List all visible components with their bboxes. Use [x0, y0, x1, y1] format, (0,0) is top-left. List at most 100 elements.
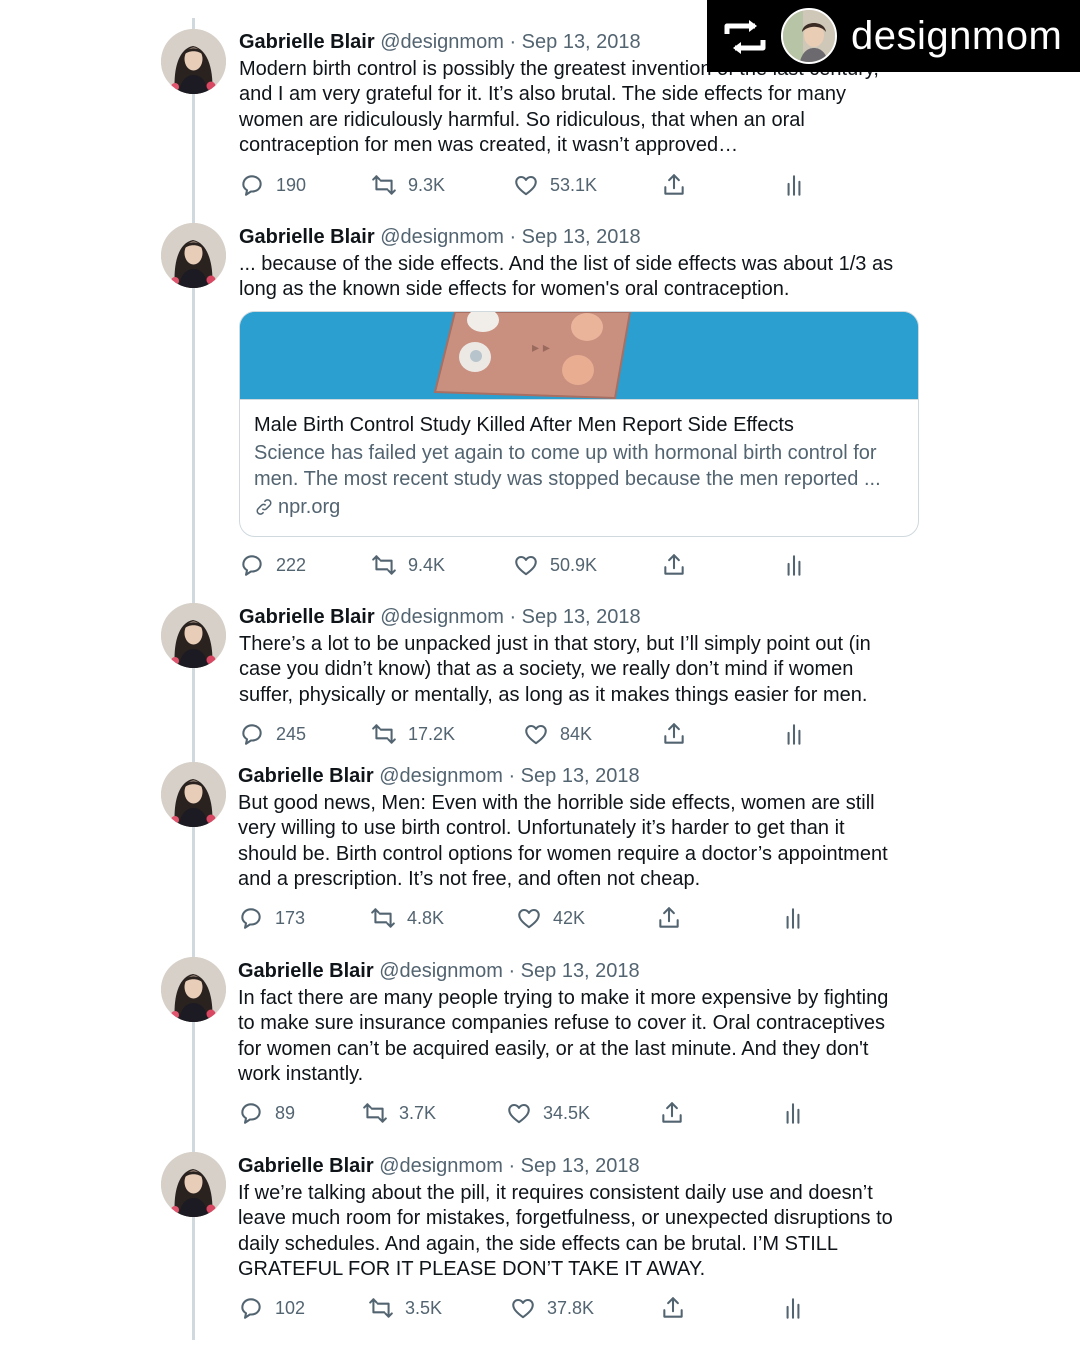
separator-dot: ·	[509, 31, 517, 53]
thread-connector-line	[192, 18, 195, 1340]
author-handle[interactable]: @designmom	[379, 765, 503, 787]
retweet-count: 17.2K	[408, 723, 456, 744]
retweet-count: 9.4K	[408, 554, 446, 575]
reply-button[interactable]: 102	[238, 1293, 305, 1323]
tweet-date[interactable]: Sep 13, 2018	[522, 226, 641, 248]
author-name[interactable]: Gabrielle Blair	[238, 1155, 374, 1177]
card-description: Science has failed yet again to come up …	[254, 440, 904, 492]
share-button[interactable]	[661, 719, 687, 749]
card-image: ▸ ▸	[240, 312, 918, 400]
reply-icon	[239, 721, 265, 747]
analytics-button[interactable]	[781, 719, 807, 749]
analytics-button[interactable]	[781, 170, 807, 200]
like-button[interactable]: 50.9K	[513, 550, 597, 580]
avatar[interactable]	[161, 1152, 226, 1217]
retweet-button[interactable]: 9.4K	[371, 550, 445, 580]
author-name[interactable]: Gabrielle Blair	[238, 960, 374, 982]
tweet-text: If we’re talking about the pill, it requ…	[238, 1181, 920, 1283]
avatar[interactable]	[161, 957, 226, 1022]
retweet-count: 3.7K	[399, 1102, 437, 1123]
reply-count: 173	[275, 907, 306, 928]
author-name[interactable]: Gabrielle Blair	[238, 765, 374, 787]
bar-chart-icon	[780, 905, 806, 931]
reply-button[interactable]: 190	[239, 170, 306, 200]
author-handle[interactable]: @designmom	[380, 606, 504, 628]
repost-username[interactable]: designmom	[851, 12, 1062, 60]
like-button[interactable]: 34.5K	[506, 1098, 590, 1128]
bar-chart-icon	[780, 1100, 806, 1126]
link-icon	[256, 499, 272, 515]
share-icon	[660, 1295, 686, 1321]
tweet-text-line: ... because of the side effects. And the…	[239, 253, 894, 275]
avatar[interactable]	[161, 223, 226, 288]
tweet-text-line: In fact there are many people trying to …	[238, 987, 889, 1009]
tweet-date[interactable]: Sep 13, 2018	[522, 31, 641, 53]
analytics-button[interactable]	[780, 1098, 806, 1128]
share-button[interactable]	[656, 903, 682, 933]
retweet-icon	[371, 721, 397, 747]
author-name[interactable]: Gabrielle Blair	[239, 226, 375, 248]
card-description-line: men. The most recent study was stopped b…	[254, 468, 881, 490]
reply-button[interactable]: 245	[239, 719, 306, 749]
tweet-date[interactable]: Sep 13, 2018	[521, 765, 640, 787]
separator-dot: ·	[509, 606, 517, 628]
tweet-text-line: But good news, Men: Even with the horrib…	[238, 792, 875, 814]
tweet-header: Gabrielle Blair @designmom · Sep 13, 201…	[238, 1154, 920, 1178]
share-button[interactable]	[659, 1098, 685, 1128]
card-title[interactable]: Male Birth Control Study Killed After Me…	[254, 412, 904, 438]
tweet-date[interactable]: Sep 13, 2018	[521, 1155, 640, 1177]
tweet-text-line: long as the known side effects for women…	[239, 278, 790, 301]
tweet-actions: 89 3.7K 34.5K	[238, 1098, 858, 1128]
like-button[interactable]: 42K	[516, 903, 585, 933]
reply-button[interactable]: 173	[238, 903, 305, 933]
retweet-button[interactable]: 9.3K	[371, 170, 445, 200]
tweet-text-line: If we’re talking about the pill, it requ…	[238, 1182, 873, 1204]
like-button[interactable]: 84K	[523, 719, 592, 749]
author-name[interactable]: Gabrielle Blair	[239, 606, 375, 628]
like-count: 84K	[560, 723, 593, 744]
analytics-button[interactable]	[781, 550, 807, 580]
tweet-text: But good news, Men: Even with the horrib…	[238, 791, 920, 893]
link-preview-card[interactable]: ▸ ▸ Male Birth Control Study Killed Afte…	[239, 311, 919, 537]
tweet-text-line: contraception for men was created, it wa…	[239, 134, 739, 157]
tweet-date[interactable]: Sep 13, 2018	[522, 606, 641, 628]
analytics-button[interactable]	[780, 903, 806, 933]
avatar[interactable]	[161, 29, 226, 94]
tweet-text-line: should be. Birth control options for wom…	[238, 842, 888, 865]
tweet-actions: 190 9.3K 53.1K	[239, 170, 859, 200]
reply-count: 102	[275, 1297, 306, 1318]
card-description-line: Science has failed yet again to come up …	[254, 442, 877, 464]
tweet-date[interactable]: Sep 13, 2018	[521, 960, 640, 982]
repost-avatar[interactable]	[781, 8, 837, 64]
avatar[interactable]	[161, 603, 226, 668]
separator-dot: ·	[508, 1155, 516, 1177]
heart-icon	[516, 905, 542, 931]
share-button[interactable]	[661, 550, 687, 580]
reply-button[interactable]: 222	[239, 550, 306, 580]
retweet-button[interactable]: 17.2K	[371, 719, 455, 749]
reply-count: 222	[276, 554, 307, 575]
analytics-button[interactable]	[780, 1293, 806, 1323]
share-icon	[661, 552, 687, 578]
reply-button[interactable]: 89	[238, 1098, 295, 1128]
author-handle[interactable]: @designmom	[380, 226, 504, 248]
author-handle[interactable]: @designmom	[379, 1155, 503, 1177]
retweet-button[interactable]: 3.7K	[362, 1098, 436, 1128]
tweet-text-line: There’s a lot to be unpacked just in tha…	[239, 633, 871, 655]
like-button[interactable]: 37.8K	[510, 1293, 594, 1323]
share-button[interactable]	[661, 170, 687, 200]
like-button[interactable]: 53.1K	[513, 170, 597, 200]
tweet-header: Gabrielle Blair @designmom · Sep 13, 201…	[238, 764, 920, 788]
share-button[interactable]	[660, 1293, 686, 1323]
separator-dot: ·	[509, 226, 517, 248]
author-handle[interactable]: @designmom	[379, 960, 503, 982]
card-domain[interactable]: npr.org	[254, 494, 904, 520]
author-name[interactable]: Gabrielle Blair	[239, 31, 375, 53]
heart-icon	[523, 721, 549, 747]
avatar[interactable]	[161, 762, 226, 827]
retweet-button[interactable]: 3.5K	[368, 1293, 442, 1323]
retweet-button[interactable]: 4.8K	[370, 903, 444, 933]
tweet-actions: 102 3.5K 37.8K	[238, 1293, 858, 1323]
author-handle[interactable]: @designmom	[380, 31, 504, 53]
reply-count: 245	[276, 723, 307, 744]
